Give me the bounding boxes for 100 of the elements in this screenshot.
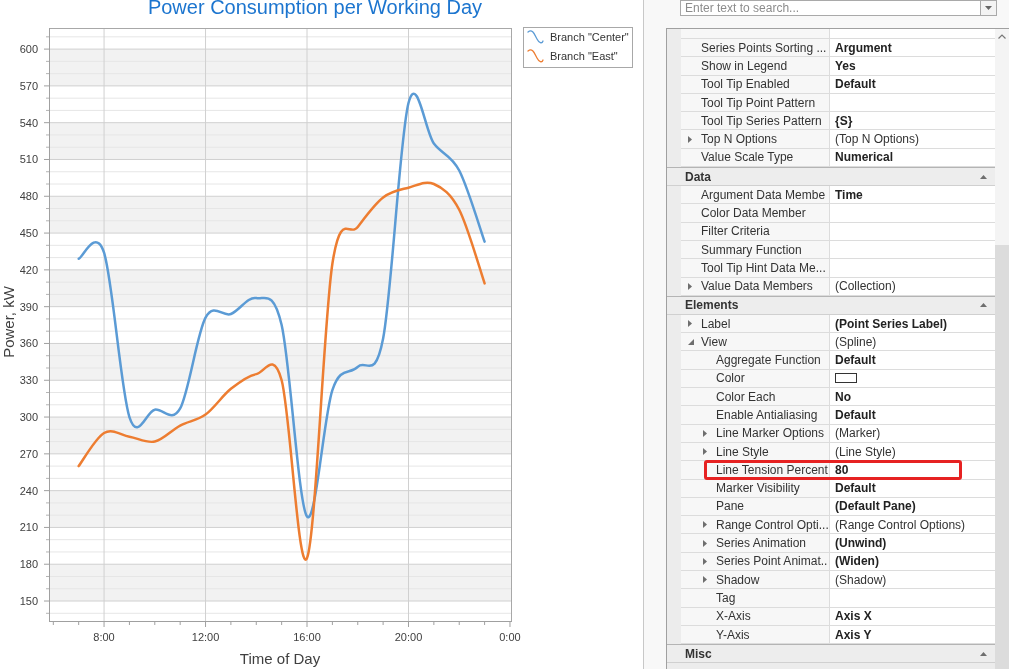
- property-name: Pane: [716, 498, 745, 516]
- scrollbar-track[interactable]: [995, 28, 1009, 669]
- property-name: Line Tension Percent: [716, 461, 828, 479]
- property-row[interactable]: Color Each No: [681, 388, 995, 407]
- property-name: Line Marker Options: [716, 425, 825, 443]
- caret-down-icon: [985, 6, 992, 10]
- triangle-up-icon[interactable]: [980, 174, 987, 179]
- triangle-right-icon[interactable]: [688, 320, 692, 327]
- property-row[interactable]: Aggregate Function Default: [681, 351, 995, 370]
- property-name: X-Axis: [716, 608, 751, 626]
- category-header[interactable]: Data: [667, 167, 995, 187]
- property-name: Tag: [716, 589, 736, 607]
- legend-label: Branch "Center": [550, 31, 629, 43]
- property-name: Series Point Animat..: [716, 553, 828, 571]
- property-value: No: [835, 388, 851, 406]
- y-tick-label: 570: [19, 79, 38, 92]
- triangle-right-icon[interactable]: [703, 576, 707, 584]
- property-value: (Point Series Label): [835, 315, 948, 333]
- dropdown-button[interactable]: [981, 0, 997, 16]
- property-name: Top N Options: [701, 131, 778, 149]
- search-field[interactable]: Enter text to search...: [680, 0, 981, 16]
- x-tick-label: 16:00: [293, 631, 321, 643]
- property-row[interactable]: Tool Tip Hint Data Me...: [681, 259, 995, 278]
- property-value: (Default Pane): [835, 498, 916, 516]
- property-name: Series Animation: [716, 535, 807, 553]
- triangle-right-icon[interactable]: [688, 135, 692, 143]
- x-tick-label: 8:00: [93, 631, 115, 643]
- y-tick-label: 330: [19, 374, 38, 387]
- property-name: Label: [701, 315, 731, 333]
- triangle-right-icon[interactable]: [703, 557, 707, 565]
- property-row[interactable]: Show in Legend Yes: [681, 57, 995, 76]
- property-name: Series Points Sorting ...: [701, 39, 827, 57]
- triangle-down-icon[interactable]: [688, 338, 694, 345]
- property-value: Default: [835, 407, 876, 424]
- property-name: Filter Criteria: [701, 223, 770, 241]
- y-tick-label: 390: [19, 300, 38, 313]
- property-name: Argument Data Membe: [701, 186, 826, 204]
- triangle-right-icon[interactable]: [703, 539, 707, 547]
- triangle-right-icon[interactable]: [688, 282, 692, 290]
- property-value: (Spline): [835, 333, 877, 351]
- y-tick-label: 240: [19, 484, 38, 497]
- triangle-right-icon[interactable]: [703, 521, 707, 529]
- property-row[interactable]: Tool Tip Series Pattern {S}: [681, 112, 995, 131]
- y-tick-label: 510: [19, 153, 38, 166]
- property-name: Enable Antialiasing: [716, 407, 818, 424]
- category-header[interactable]: Misc: [667, 644, 995, 664]
- property-value: Default: [835, 480, 876, 498]
- property-row[interactable]: Argument Data Membe Time: [681, 186, 995, 205]
- property-name: Color Each: [716, 388, 776, 406]
- property-value: Default: [835, 352, 876, 370]
- x-tick-label: 12:00: [191, 631, 220, 643]
- property-row[interactable]: Line Tension Percent 80: [681, 461, 995, 480]
- property-name: Range Control Opti...: [716, 516, 829, 534]
- category-header[interactable]: Elements: [667, 295, 995, 315]
- property-name: Color Data Member: [701, 205, 806, 223]
- x-tick-label: 0:00: [499, 631, 521, 643]
- y-tick-label: 210: [19, 521, 38, 534]
- legend-label: Branch "East": [550, 50, 618, 62]
- y-tick-label: 270: [19, 447, 38, 460]
- y-tick-label: 300: [19, 411, 38, 424]
- chevron-up-icon[interactable]: [998, 34, 1006, 39]
- property-value: {S}: [835, 112, 853, 130]
- property-name: View: [701, 333, 727, 351]
- triangle-up-icon[interactable]: [980, 651, 987, 656]
- property-name: Tool Tip Enabled: [701, 76, 790, 94]
- property-row[interactable]: Enable Antialiasing Default: [681, 406, 995, 425]
- property-row[interactable]: Tag: [681, 589, 995, 608]
- property-name: Show in Legend: [701, 57, 788, 75]
- property-value: Yes: [835, 57, 856, 75]
- triangle-right-icon[interactable]: [703, 448, 707, 456]
- property-value: (Marker): [835, 425, 881, 443]
- property-name: Y-Axis: [716, 626, 750, 644]
- property-value: (Shadow): [835, 571, 887, 589]
- property-name: Marker Visibility: [716, 480, 800, 498]
- property-value: Time: [835, 186, 863, 204]
- y-tick-label: 540: [19, 116, 38, 129]
- property-row[interactable]: Top N Options (Top N Options): [681, 130, 995, 149]
- property-row[interactable]: Shadow (Shadow): [681, 571, 995, 590]
- property-row[interactable]: Range Control Opti... (Range Control Options): [681, 516, 995, 535]
- property-name: Shadow: [716, 571, 760, 589]
- property-row[interactable]: Color Data Member: [681, 204, 995, 223]
- y-tick-label: 420: [19, 263, 38, 276]
- y-tick-label: 180: [19, 558, 38, 571]
- property-value: (Line Style): [835, 443, 896, 461]
- property-value: (Top N Options): [835, 131, 920, 149]
- property-row[interactable]: View (Spline): [681, 333, 995, 352]
- property-name: Value Data Members: [701, 278, 813, 296]
- property-value: Argument: [835, 39, 892, 57]
- y-tick-label: 600: [19, 43, 38, 56]
- property-value: Numerical: [835, 149, 894, 167]
- property-row[interactable]: Series Points Sorting ... Argument: [681, 39, 995, 58]
- property-value: Axis X: [835, 608, 872, 626]
- scrollbar-thumb[interactable]: [995, 245, 1009, 669]
- property-row[interactable]: Series Animation (Unwind): [681, 534, 995, 553]
- triangle-right-icon[interactable]: [703, 429, 707, 437]
- property-name: Aggregate Function: [716, 352, 821, 370]
- property-value: (Widen): [835, 553, 879, 571]
- property-name: Summary Function: [701, 241, 802, 259]
- y-tick-label: 150: [19, 595, 38, 608]
- triangle-up-icon[interactable]: [980, 303, 987, 308]
